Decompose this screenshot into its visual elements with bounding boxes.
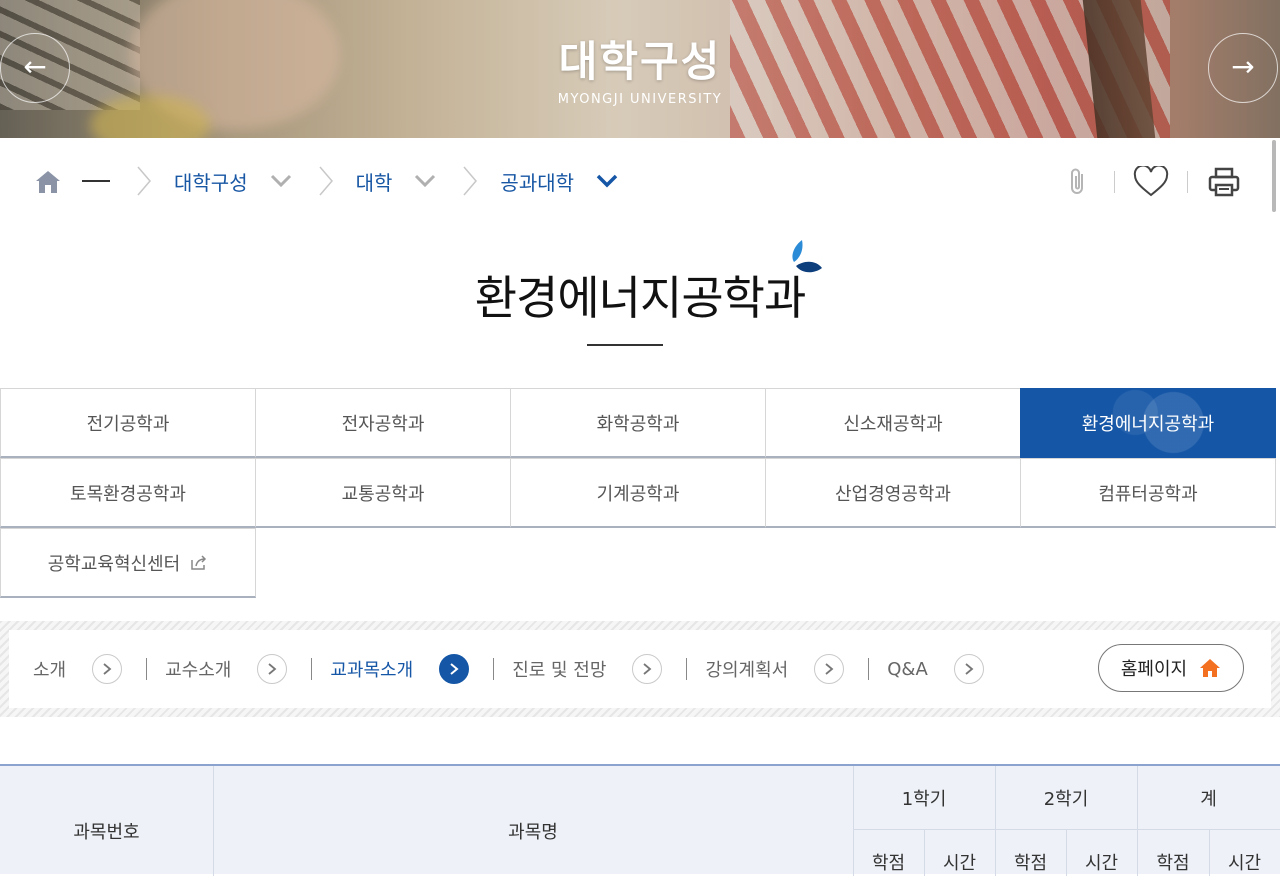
chevron-right-icon [463,166,478,196]
subnav-divider [493,658,495,680]
breadcrumb: 대학구성 대학 공과대학 [34,160,618,202]
dept-tab-industrial-management[interactable]: 산업경영공학과 [765,458,1021,528]
breadcrumb-divider [82,180,110,182]
dept-tab-electrical[interactable]: 전기공학과 [0,388,256,458]
sub-navigation: 소개 교수소개 교과목소개 진로 및 전망 강의계획서 Q&A 홈페이지 [0,621,1280,717]
homepage-button-label: 홈페이지 [1120,659,1188,680]
table-header-name: 과목명 [508,822,558,843]
table-header-hours: 시간 [1227,853,1262,874]
breadcrumb-item-college[interactable]: 대학 [356,167,393,196]
table-header-credit: 학점 [871,853,906,874]
breadcrumb-item-engineering[interactable]: 공과대학 [500,167,574,196]
breadcrumb-item-college-structure[interactable]: 대학구성 [174,167,248,196]
chevron-down-icon[interactable] [270,174,292,188]
subnav-item-courses[interactable]: 교과목소개 [330,654,470,684]
chevron-right-icon [439,654,470,684]
table-header-credit: 학점 [1156,853,1190,874]
chevron-right-icon [632,654,663,684]
curriculum-table-header: 과목번호 과목명 1학기 2학기 계 학점 시간 학점 시간 학점 시간 [0,764,1280,876]
dept-tab-materials[interactable]: 신소재공학과 [765,388,1021,458]
subnav-label: 소개 [33,660,67,681]
table-header-semester2: 2학기 [1043,788,1089,810]
subnav-divider [686,658,688,680]
home-icon[interactable] [34,168,62,194]
chevron-right-icon [814,654,845,684]
page-tools [1060,164,1242,200]
dept-tab-mechanical[interactable]: 기계공학과 [510,458,766,528]
table-header-hours: 시간 [1084,853,1119,874]
hero-subtitle: MYONGJI UNIVERSITY [557,92,723,107]
subnav-label: Q&A [887,658,928,680]
dept-tab-education-innovation[interactable]: 공학교육혁신센터 [0,528,256,598]
table-header-semester1: 1학기 [901,788,947,810]
subnav-divider [868,658,870,680]
tools-divider [1114,171,1115,193]
table-header-code: 과목번호 [73,822,140,843]
chevron-down-icon[interactable] [414,174,436,188]
table-header-hours: 시간 [942,853,977,874]
sub-navigation-bar: 소개 교수소개 교과목소개 진로 및 전망 강의계획서 Q&A 홈페이지 [9,630,1271,708]
subnav-item-faculty[interactable]: 교수소개 [165,654,288,684]
subnav-label: 진로 및 전망 [512,660,607,681]
dept-tab-computer[interactable]: 컴퓨터공학과 [1020,458,1276,528]
dept-tab-label: 공학교육혁신센터 [47,553,181,575]
subnav-divider [311,658,313,680]
chevron-down-icon[interactable] [596,174,618,188]
subnav-label: 교수소개 [165,660,232,681]
homepage-button[interactable]: 홈페이지 [1098,644,1244,692]
dept-tab-transportation[interactable]: 교통공학과 [255,458,511,528]
subnav-label: 강의계획서 [705,660,789,681]
chevron-right-icon [953,654,984,684]
tools-divider [1187,171,1188,193]
subnav-item-syllabus[interactable]: 강의계획서 [705,654,845,684]
subnav-label: 교과목소개 [330,660,414,681]
subnav-item-qna[interactable]: Q&A [887,654,984,684]
dept-tab-electronics[interactable]: 전자공학과 [255,388,511,458]
subnav-item-career[interactable]: 진로 및 전망 [512,654,663,684]
hero-title: 대학구성 [558,37,722,86]
external-link-icon [191,554,207,570]
dept-tab-environmental-energy[interactable]: 환경에너지공학과 [1020,388,1276,458]
chevron-right-icon [257,654,288,684]
hero-next-button[interactable]: → [1208,33,1278,103]
chevron-right-icon [137,166,151,196]
house-icon [1200,659,1221,677]
scrollbar-thumb[interactable] [1272,140,1276,212]
hero-prev-button[interactable]: ← [0,33,70,103]
chevron-right-icon [92,654,123,684]
subnav-item-intro[interactable]: 소개 [33,654,123,684]
title-underline [587,344,663,346]
table-header-total: 계 [1200,788,1217,810]
clip-icon[interactable] [1060,164,1096,200]
department-grid: 전기공학과 전자공학과 화학공학과 신소재공학과 환경에너지공학과 토목환경공학… [0,388,1280,598]
table-header-credit: 학점 [1013,853,1048,874]
chevron-right-icon [319,166,333,196]
heart-icon[interactable] [1133,164,1169,200]
print-icon[interactable] [1206,164,1242,200]
dept-tab-civil-environmental[interactable]: 토목환경공학과 [0,458,256,528]
subnav-divider [146,658,148,680]
page-title: 환경에너지공학과 [474,271,807,325]
dept-tab-chemical[interactable]: 화학공학과 [510,388,766,458]
hero-banner: 대학구성 MYONGJI UNIVERSITY ← → [0,0,1280,138]
